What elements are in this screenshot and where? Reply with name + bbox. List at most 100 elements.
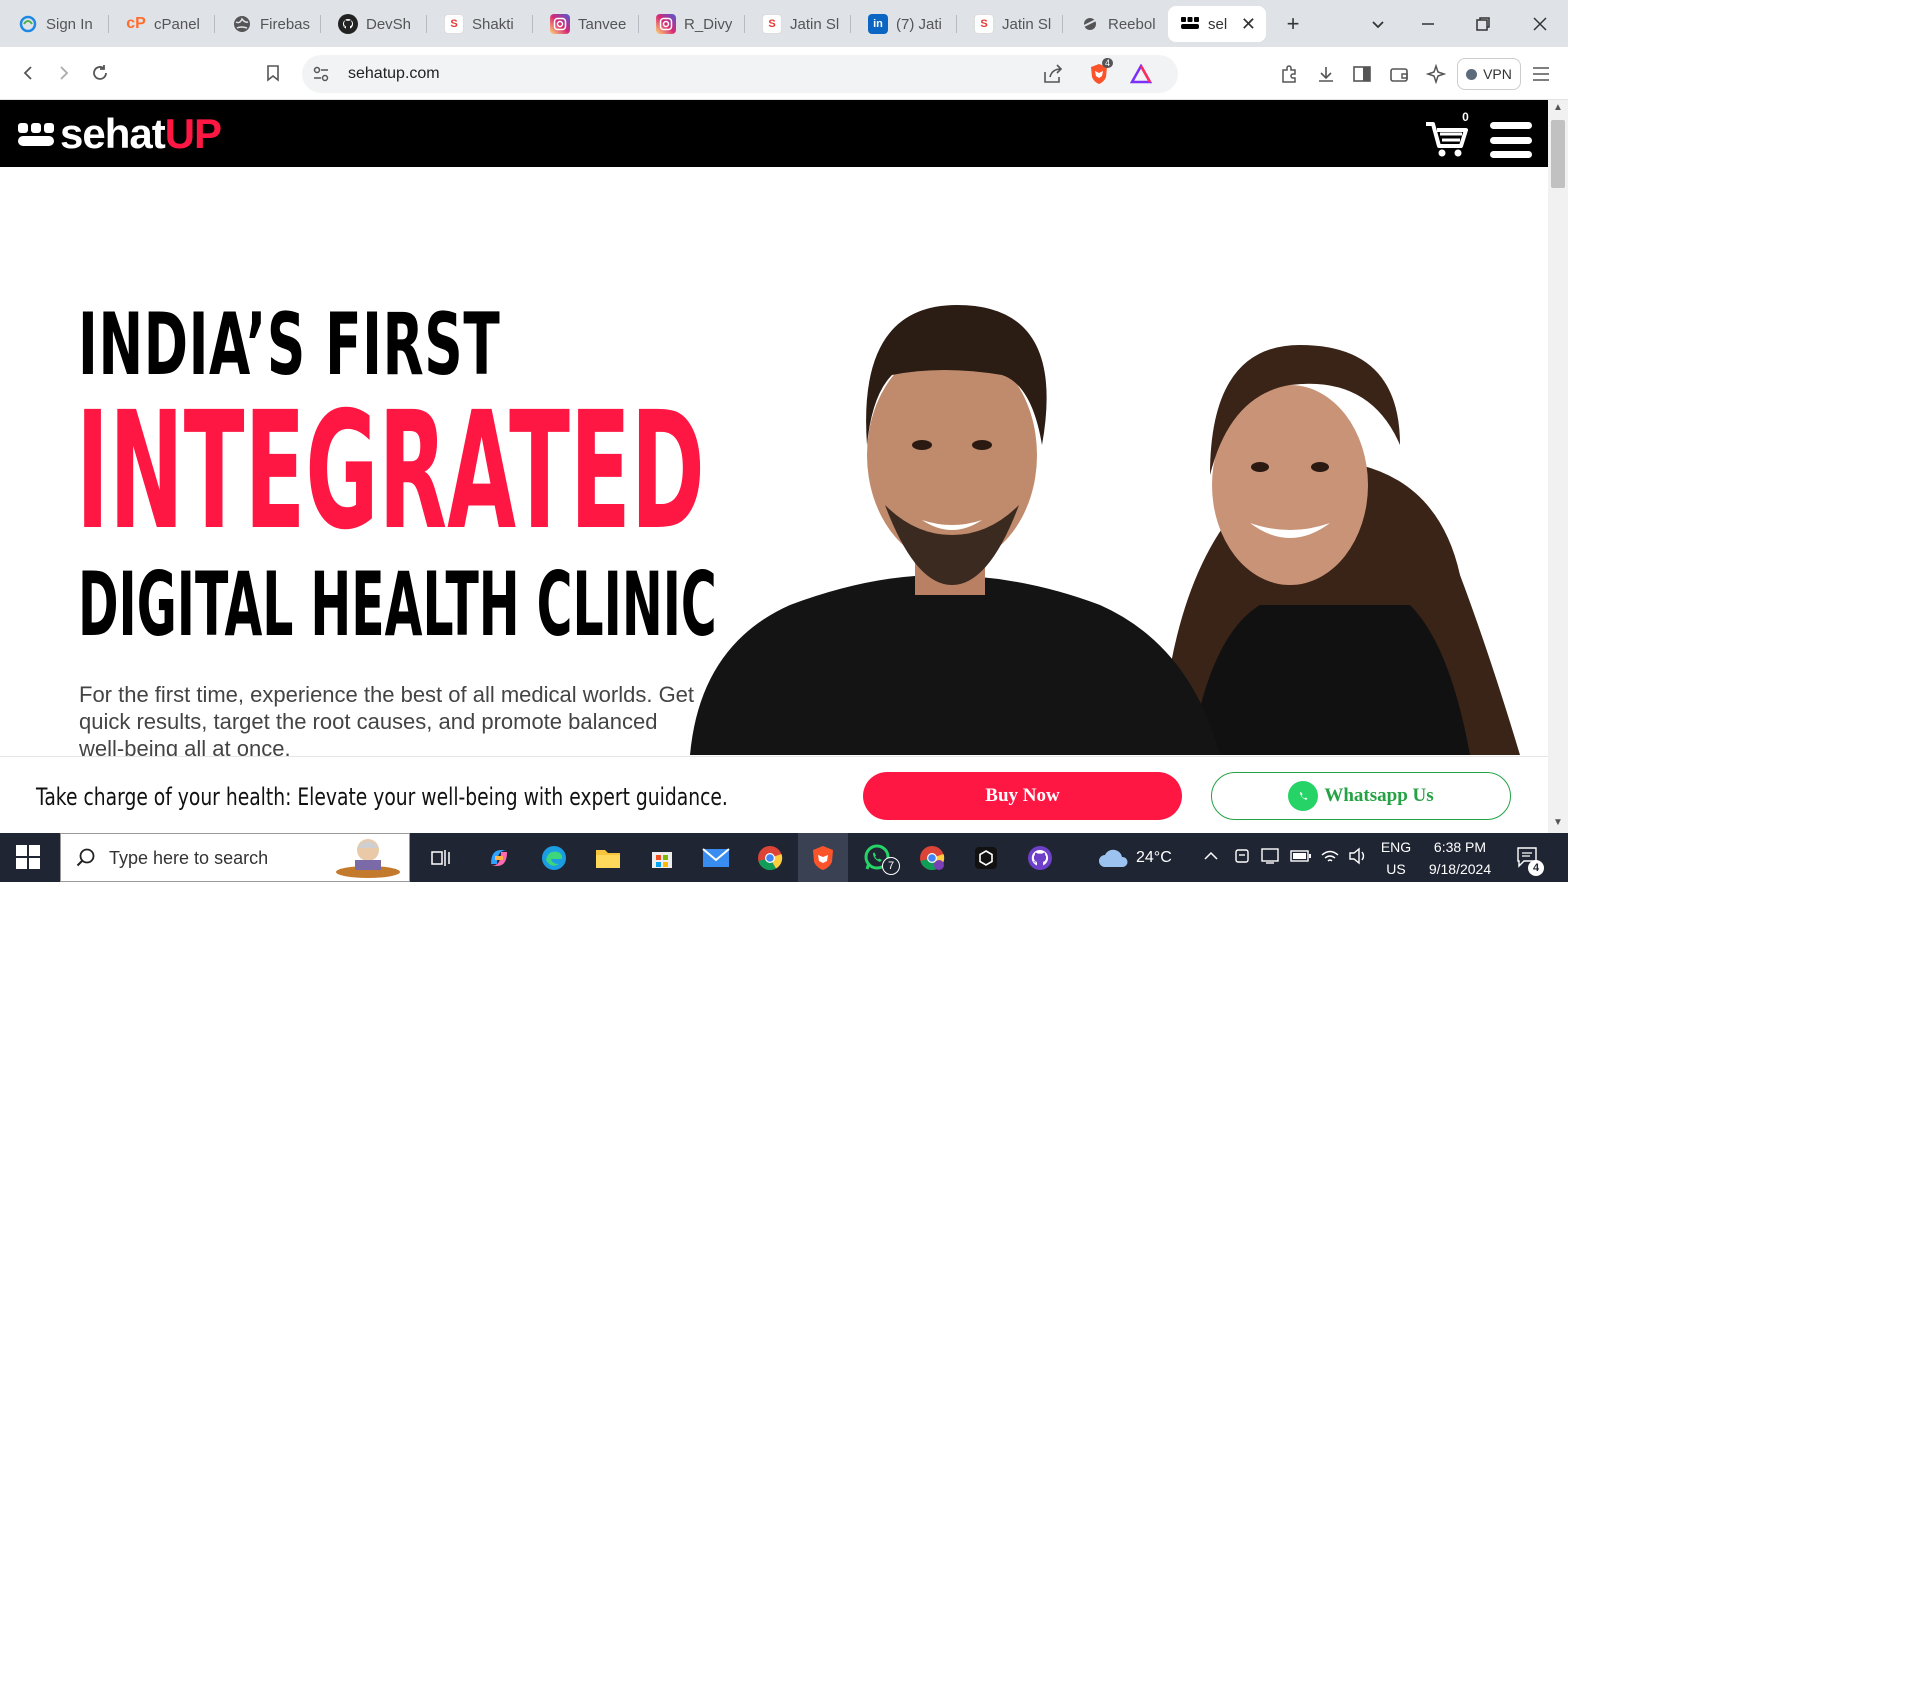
extensions-icon[interactable]	[1276, 61, 1302, 87]
brave-taskbar-icon[interactable]	[798, 833, 848, 882]
tab-strip: Sign In cP cPanel Firebas DevSh S Shakti…	[0, 0, 1568, 47]
cart-count-badge: 0	[1455, 108, 1476, 127]
language-code[interactable]: ENG	[1378, 839, 1414, 855]
sticky-cta-bar: Take charge of your health: Elevate your…	[0, 756, 1548, 833]
meet-now-icon[interactable]	[1233, 847, 1251, 870]
chrome-profile-icon[interactable]	[915, 841, 949, 875]
restore-button[interactable]	[1467, 8, 1499, 40]
web-page: sehatUP 0 INDIA’S FIRST INTEGRATED DIGIT…	[0, 100, 1548, 833]
s-logo-icon: S	[762, 14, 782, 34]
tab-title: Sign In	[46, 15, 93, 33]
tab-reebok[interactable]: Reebol	[1062, 6, 1168, 42]
hamburger-menu-button[interactable]	[1490, 122, 1532, 158]
hero-heading-line1: INDIA’S FIRST	[78, 295, 501, 395]
copilot-icon[interactable]	[482, 841, 516, 875]
scroll-thumb[interactable]	[1551, 120, 1565, 188]
instagram-icon	[656, 14, 676, 34]
tab-search-chevron-icon[interactable]	[1362, 8, 1394, 40]
minimize-button[interactable]	[1412, 8, 1444, 40]
brave-rewards-icon[interactable]	[1129, 63, 1153, 89]
tab-tanvee[interactable]: Tanvee	[532, 6, 638, 42]
sehatup-logo[interactable]: sehatUP	[18, 110, 222, 158]
close-window-button[interactable]	[1524, 8, 1556, 40]
task-view-icon[interactable]	[424, 841, 458, 875]
battery-icon[interactable]	[1290, 849, 1312, 868]
scroll-up-arrow-icon[interactable]: ▲	[1552, 102, 1564, 114]
tab-title: Shakti	[472, 15, 514, 33]
wallet-icon[interactable]	[1386, 61, 1412, 87]
file-explorer-icon[interactable]	[591, 841, 625, 875]
whatsapp-us-button[interactable]: Whatsapp Us	[1211, 772, 1511, 820]
language-region: US	[1386, 861, 1406, 877]
leo-ai-icon[interactable]	[1423, 61, 1449, 87]
s-logo-icon: S	[444, 14, 464, 34]
tab-linkedin[interactable]: in (7) Jati	[850, 6, 956, 42]
tab-title: DevSh	[366, 15, 412, 33]
page-scrollbar[interactable]: ▲ ▼	[1548, 100, 1568, 833]
chrome-icon[interactable]	[753, 841, 787, 875]
downloads-icon[interactable]	[1313, 61, 1339, 87]
tab-title: Firebas	[260, 15, 310, 33]
tab-title: cPanel	[154, 15, 200, 33]
clock-time[interactable]: 6:38 PM	[1420, 839, 1500, 855]
tab-title: R_Divy	[684, 15, 733, 33]
url-text: sehatup.com	[348, 65, 440, 82]
vpn-status-icon	[1466, 68, 1478, 80]
tab-title: (7) Jati	[896, 15, 942, 33]
tab-shakti[interactable]: S Shakti	[426, 6, 532, 42]
taskbar-search-box[interactable]: Type here to search	[60, 833, 410, 882]
sidebar-toggle-icon[interactable]	[1349, 61, 1375, 87]
tab-devsh[interactable]: DevSh	[320, 6, 426, 42]
reebok-icon	[1080, 14, 1100, 34]
tab-cpanel[interactable]: cP cPanel	[108, 6, 214, 42]
vpn-button[interactable]: VPN	[1457, 58, 1521, 90]
edge-icon[interactable]	[537, 841, 571, 875]
menu-icon[interactable]	[1528, 61, 1554, 87]
vpn-label: VPN	[1483, 66, 1512, 82]
tab-title: Jatin Sl	[1002, 15, 1052, 33]
search-icon	[75, 847, 97, 874]
github-desktop-icon[interactable]	[1023, 841, 1057, 875]
address-bar[interactable]: sehatup.com 4	[302, 55, 1178, 93]
volume-icon[interactable]	[1348, 847, 1368, 870]
weather-cloud-icon[interactable]	[1097, 847, 1131, 874]
tray-chevron-up-icon[interactable]	[1203, 848, 1219, 869]
back-button[interactable]	[14, 59, 42, 87]
tab-title: sel	[1208, 15, 1227, 33]
notification-count-badge: 4	[1528, 860, 1544, 876]
bookmark-icon[interactable]	[259, 59, 287, 87]
logo-text: sehatUP	[60, 110, 222, 157]
windows-start-icon[interactable]	[16, 845, 40, 869]
microsoft-store-icon[interactable]	[645, 841, 679, 875]
share-icon[interactable]	[1042, 64, 1064, 89]
hero-heading-line2: INTEGRATED	[76, 378, 705, 566]
github-icon	[338, 14, 358, 34]
remote-desktop-icon[interactable]	[1260, 847, 1280, 870]
tab-r-divy[interactable]: R_Divy	[638, 6, 744, 42]
wifi-icon[interactable]	[1320, 847, 1340, 870]
mail-icon[interactable]	[699, 841, 733, 875]
site-header: sehatUP 0	[0, 100, 1548, 167]
tab-jatin-2[interactable]: S Jatin Sl	[956, 6, 1062, 42]
clock-date: 9/18/2024	[1428, 861, 1492, 877]
reload-button[interactable]	[86, 59, 114, 87]
close-tab-icon[interactable]: ✕	[1241, 14, 1256, 35]
cta-text: Take charge of your health: Elevate your…	[36, 783, 728, 811]
tab-firebase[interactable]: Firebas	[214, 6, 320, 42]
scroll-down-arrow-icon[interactable]: ▼	[1552, 817, 1564, 829]
buy-now-button[interactable]: Buy Now	[863, 772, 1182, 820]
brave-badge: 4	[1102, 58, 1114, 68]
tab-title: Jatin Sl	[790, 15, 840, 33]
tab-sehatup-active[interactable]: sel ✕	[1168, 6, 1266, 42]
site-settings-icon[interactable]	[312, 65, 330, 88]
app-cube-icon[interactable]	[969, 841, 1003, 875]
hero-heading-line3: DIGITAL HEALTH CLINIC	[78, 553, 717, 656]
tab-sign-in[interactable]: Sign In	[0, 6, 108, 42]
search-placeholder: Type here to search	[109, 848, 269, 868]
forward-button[interactable]	[50, 59, 78, 87]
tab-jatin-1[interactable]: S Jatin Sl	[744, 6, 850, 42]
windows-taskbar: Type here to search 7 24°C ENG US 6:38 P…	[0, 833, 1568, 882]
sehatup-favicon-icon	[1180, 14, 1200, 34]
new-tab-button[interactable]: +	[1277, 8, 1309, 40]
logo-mark-icon	[18, 122, 54, 146]
